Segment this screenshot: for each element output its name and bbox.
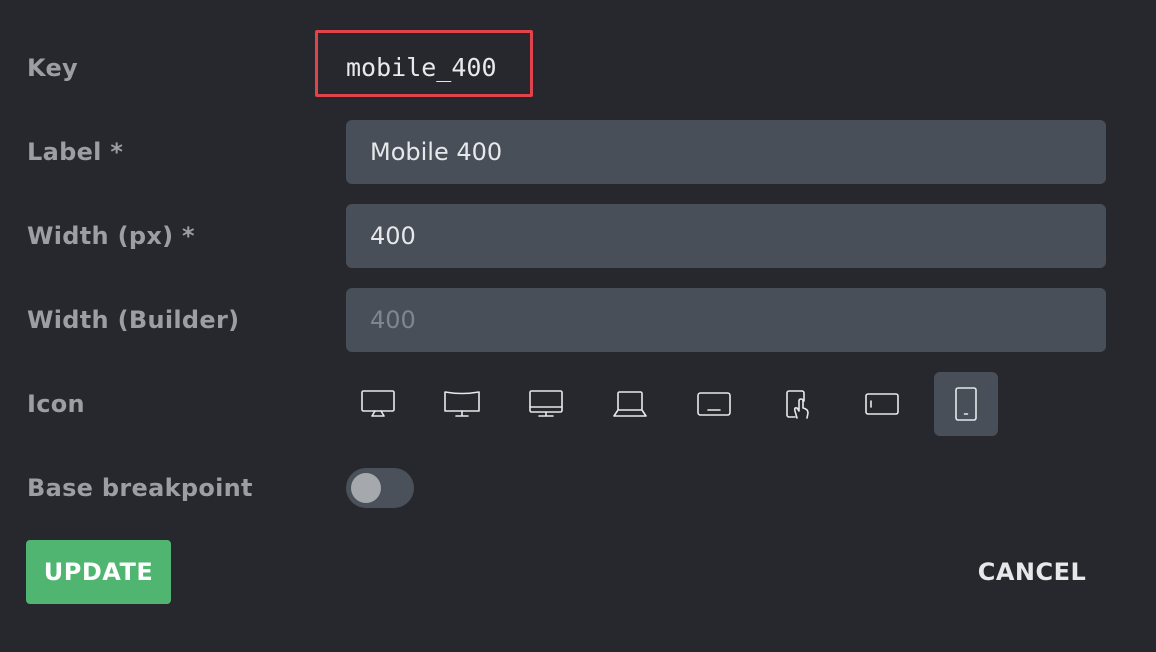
width-px-input[interactable] bbox=[346, 204, 1106, 268]
label-field-label: Label * bbox=[27, 138, 124, 166]
desktop-icon bbox=[529, 390, 563, 417]
width-px-label: Width (px) * bbox=[27, 222, 195, 250]
icon-option-wide-monitor[interactable] bbox=[430, 372, 494, 436]
wide-monitor-icon bbox=[444, 391, 480, 417]
label-row: Label * bbox=[0, 120, 1156, 184]
icon-option-mobile-portrait[interactable] bbox=[934, 372, 998, 436]
width-px-row: Width (px) * bbox=[0, 204, 1156, 268]
mobile-landscape-icon bbox=[865, 393, 899, 415]
cancel-button[interactable]: CANCEL bbox=[958, 540, 1106, 604]
update-button[interactable]: UPDATE bbox=[26, 540, 171, 604]
width-builder-row: Width (Builder) bbox=[0, 288, 1156, 352]
icon-row: Icon bbox=[0, 372, 1156, 436]
tablet-landscape-icon bbox=[697, 392, 731, 416]
laptop-icon bbox=[613, 391, 647, 417]
icon-option-tablet-landscape[interactable] bbox=[682, 372, 746, 436]
label-input[interactable] bbox=[346, 120, 1106, 184]
key-label: Key bbox=[27, 54, 78, 82]
icon-option-desktop[interactable] bbox=[514, 372, 578, 436]
mobile-portrait-icon bbox=[955, 387, 977, 421]
icon-option-desktop-stand[interactable] bbox=[346, 372, 410, 436]
base-breakpoint-toggle[interactable] bbox=[346, 468, 414, 508]
desktop-stand-icon bbox=[361, 390, 395, 417]
base-breakpoint-row: Base breakpoint bbox=[0, 456, 1156, 520]
breakpoint-edit-form: Key mobile_400 Label * Width (px) * Widt… bbox=[0, 0, 1156, 652]
width-builder-input[interactable] bbox=[346, 288, 1106, 352]
tablet-touch-icon bbox=[786, 390, 809, 419]
icon-option-tablet-touch[interactable] bbox=[766, 372, 830, 436]
width-builder-label: Width (Builder) bbox=[27, 306, 240, 334]
icon-option-laptop[interactable] bbox=[598, 372, 662, 436]
icon-picker bbox=[346, 372, 998, 436]
icon-label: Icon bbox=[27, 390, 85, 418]
key-highlight-box bbox=[315, 30, 533, 97]
base-breakpoint-label: Base breakpoint bbox=[27, 474, 253, 502]
toggle-knob bbox=[351, 473, 381, 503]
icon-option-mobile-landscape[interactable] bbox=[850, 372, 914, 436]
key-row: Key mobile_400 bbox=[0, 36, 1156, 100]
